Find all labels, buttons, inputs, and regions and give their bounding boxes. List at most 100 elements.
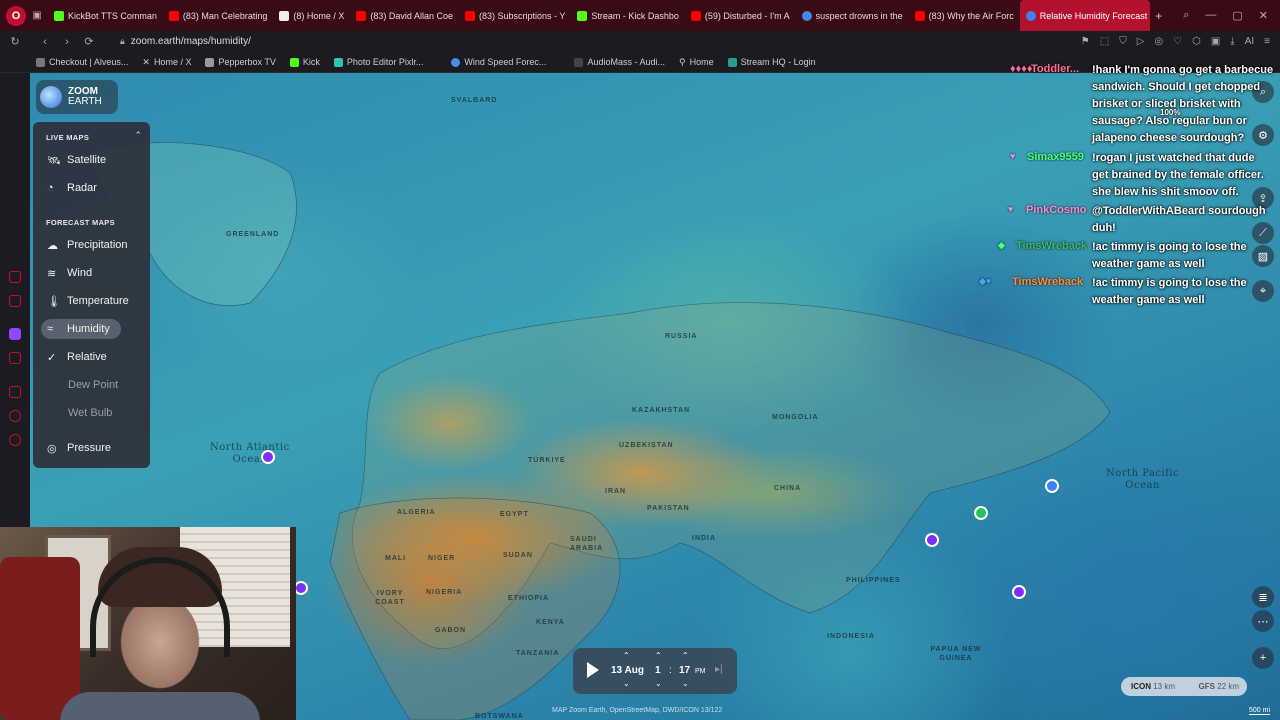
sidebar-bag-icon[interactable] — [9, 295, 21, 307]
chat-username: Toddler... — [1031, 63, 1080, 75]
play-icon[interactable]: ▷ — [1137, 36, 1145, 47]
map-scale: 500 mi — [1249, 707, 1271, 715]
minute-up-icon[interactable]: ⌃ — [682, 651, 689, 660]
menu-item-pressure[interactable]: ◎ Pressure — [41, 438, 146, 458]
sidebar-percent-icon[interactable] — [9, 352, 21, 364]
tab-1[interactable]: (83) Man Celebrating — [163, 0, 274, 31]
bookmark-item[interactable]: Pepperbox TV — [197, 57, 281, 67]
model-gfs-option[interactable]: GFS 22 km — [1199, 682, 1239, 691]
ampm-display[interactable]: PM — [695, 668, 706, 675]
minute-display[interactable]: 17 — [679, 665, 690, 676]
sidebar-speed-dial-icon[interactable] — [9, 271, 21, 283]
extensions-icon[interactable]: ⬡ — [1192, 36, 1201, 47]
ocean-label-north-atlantic: North Atlantic Ocean — [210, 442, 290, 465]
minute-down-icon[interactable]: ⌄ — [682, 679, 689, 688]
download-icon[interactable]: ⤓ — [1230, 36, 1234, 47]
sidebar-history-icon[interactable] — [9, 410, 21, 422]
skip-forward-icon[interactable]: ▸| — [715, 664, 723, 675]
place-label: SAUDI ARABIA — [570, 536, 604, 552]
close-icon[interactable]: ✕ — [1259, 9, 1268, 22]
shield-icon[interactable]: ⛉ — [1119, 36, 1127, 47]
tab-favicon-icon — [690, 10, 701, 21]
webcam-chair-shape — [0, 557, 80, 720]
bookmark-item[interactable]: Photo Editor Pixlr... — [326, 57, 430, 67]
bookmark-icon[interactable]: ⚑ — [1081, 36, 1090, 47]
menu-item-temperature[interactable]: 🌡︎ Temperature — [41, 291, 146, 311]
bookmark-item[interactable]: Checkout | Alveus... — [28, 57, 134, 67]
menu-item-wind[interactable]: ≋ Wind — [41, 263, 146, 283]
date-display[interactable]: 13 Aug — [611, 665, 644, 676]
place-label: KENYA — [536, 619, 565, 626]
sidebar-twitch-icon[interactable] — [9, 328, 21, 340]
bookmark-item[interactable]: Kick — [282, 57, 326, 67]
bookmark-item[interactable]: Wind Speed Forec... — [443, 57, 552, 67]
minimize-icon[interactable]: — — [1205, 9, 1216, 22]
menu-item-dew-point[interactable]: Dew Point — [41, 375, 146, 395]
hour-display[interactable]: 1 — [655, 665, 661, 676]
map-marker[interactable] — [925, 533, 939, 547]
satellite-icon: 🛰︎ — [47, 155, 61, 167]
map-marker[interactable] — [1045, 479, 1059, 493]
hour-down-icon[interactable]: ⌄ — [655, 679, 662, 688]
chat-badge-icon: ♥ — [1010, 151, 1016, 161]
map-attribution[interactable]: MAP Zoom Earth, OpenStreetMap, DWD/ICON … — [552, 707, 722, 714]
menu-item-relative[interactable]: ✓ Relative — [41, 347, 146, 367]
menu-item-satellite[interactable]: 🛰︎ Satellite — [41, 150, 146, 170]
place-label: IVORY COAST — [375, 590, 405, 606]
map-marker[interactable] — [1012, 585, 1026, 599]
tab-7[interactable]: suspect drowns in the — [796, 0, 909, 31]
map-marker[interactable] — [261, 450, 275, 464]
menu-icon[interactable]: ≡ — [1264, 36, 1270, 47]
menu-item-radar[interactable]: ◔ Radar — [41, 178, 146, 198]
tab-6[interactable]: (59) Disturbed - I'm A — [685, 0, 796, 31]
map-marker[interactable] — [294, 581, 308, 595]
bookmark-item[interactable]: Stream HQ - Login — [720, 57, 822, 67]
place-label: UZBEKISTAN — [619, 442, 674, 449]
tab-9-active[interactable]: Relative Humidity Forecast — [1019, 0, 1150, 31]
url-text: zoom.earth/maps/humidity/ — [130, 36, 251, 47]
sidebar-notes-icon[interactable] — [9, 386, 21, 398]
zoom-in-button[interactable]: + — [1252, 647, 1274, 669]
sidebar-settings-icon[interactable] — [9, 434, 21, 446]
refresh-icon[interactable]: ⟳ — [78, 35, 100, 48]
bookmark-favicon-icon — [574, 57, 584, 67]
bookmark-item[interactable]: AudioMass - Audi... — [566, 57, 671, 67]
bookmark-item[interactable]: ✕ Home / X — [134, 57, 197, 68]
tab-0[interactable]: KickBot TTS Comman — [48, 0, 163, 31]
tab-2[interactable]: (8) Home / X — [273, 0, 350, 31]
menu-item-precipitation[interactable]: ☁︎ Precipitation — [41, 235, 146, 255]
place-label: PHILIPPINES — [846, 577, 901, 584]
back-icon[interactable]: ‹ — [34, 36, 56, 48]
legend-button[interactable]: ≣ — [1252, 586, 1274, 608]
reload-icon[interactable]: ↻ — [4, 35, 26, 48]
tab-3[interactable]: (83) David Allan Coe — [350, 0, 459, 31]
date-down-icon[interactable]: ⌄ — [623, 679, 630, 688]
menu-item-wet-bulb[interactable]: Wet Bulb — [41, 403, 146, 423]
model-icon-option[interactable]: ICON 13 km — [1131, 682, 1175, 691]
vpn-icon[interactable]: ◎ — [1154, 36, 1163, 47]
tab-4[interactable]: (83) Subscriptions - Y — [459, 0, 571, 31]
heart-icon[interactable]: ♡ — [1173, 36, 1182, 47]
opera-gx-logo-icon[interactable]: O — [6, 5, 26, 26]
collapse-chevron-icon[interactable]: ⌃ — [134, 130, 142, 141]
maximize-icon[interactable]: ▢ — [1232, 9, 1242, 22]
tab-menu-icon[interactable]: ▣ — [26, 10, 48, 21]
date-up-icon[interactable]: ⌃ — [623, 651, 630, 660]
place-label: GREENLAND — [226, 231, 280, 238]
url-field[interactable]: 🔒︎ zoom.earth/maps/humidity/ — [120, 36, 251, 47]
hour-up-icon[interactable]: ⌃ — [655, 651, 662, 660]
search-tabs-icon[interactable]: ⌕ — [1183, 9, 1189, 22]
menu-item-humidity[interactable]: ≈ Humidity — [41, 319, 121, 339]
more-button[interactable]: ⋯ — [1252, 610, 1274, 632]
new-tab-button[interactable]: + — [1150, 9, 1168, 23]
tab-8[interactable]: (83) Why the Air Forc — [909, 0, 1020, 31]
snapshot-icon[interactable]: ⬚ — [1100, 36, 1109, 47]
ai-icon[interactable]: AI — [1245, 36, 1254, 47]
tab-5[interactable]: Stream - Kick Dashbo — [571, 0, 685, 31]
wallet-icon[interactable]: ▣ — [1211, 36, 1220, 47]
map-marker[interactable] — [974, 506, 988, 520]
play-button[interactable] — [587, 662, 599, 678]
forward-icon[interactable]: › — [56, 36, 78, 48]
bookmark-item[interactable]: ⚲ Home — [671, 57, 720, 68]
zoom-earth-logo[interactable]: ZOOM EARTH — [36, 80, 118, 114]
